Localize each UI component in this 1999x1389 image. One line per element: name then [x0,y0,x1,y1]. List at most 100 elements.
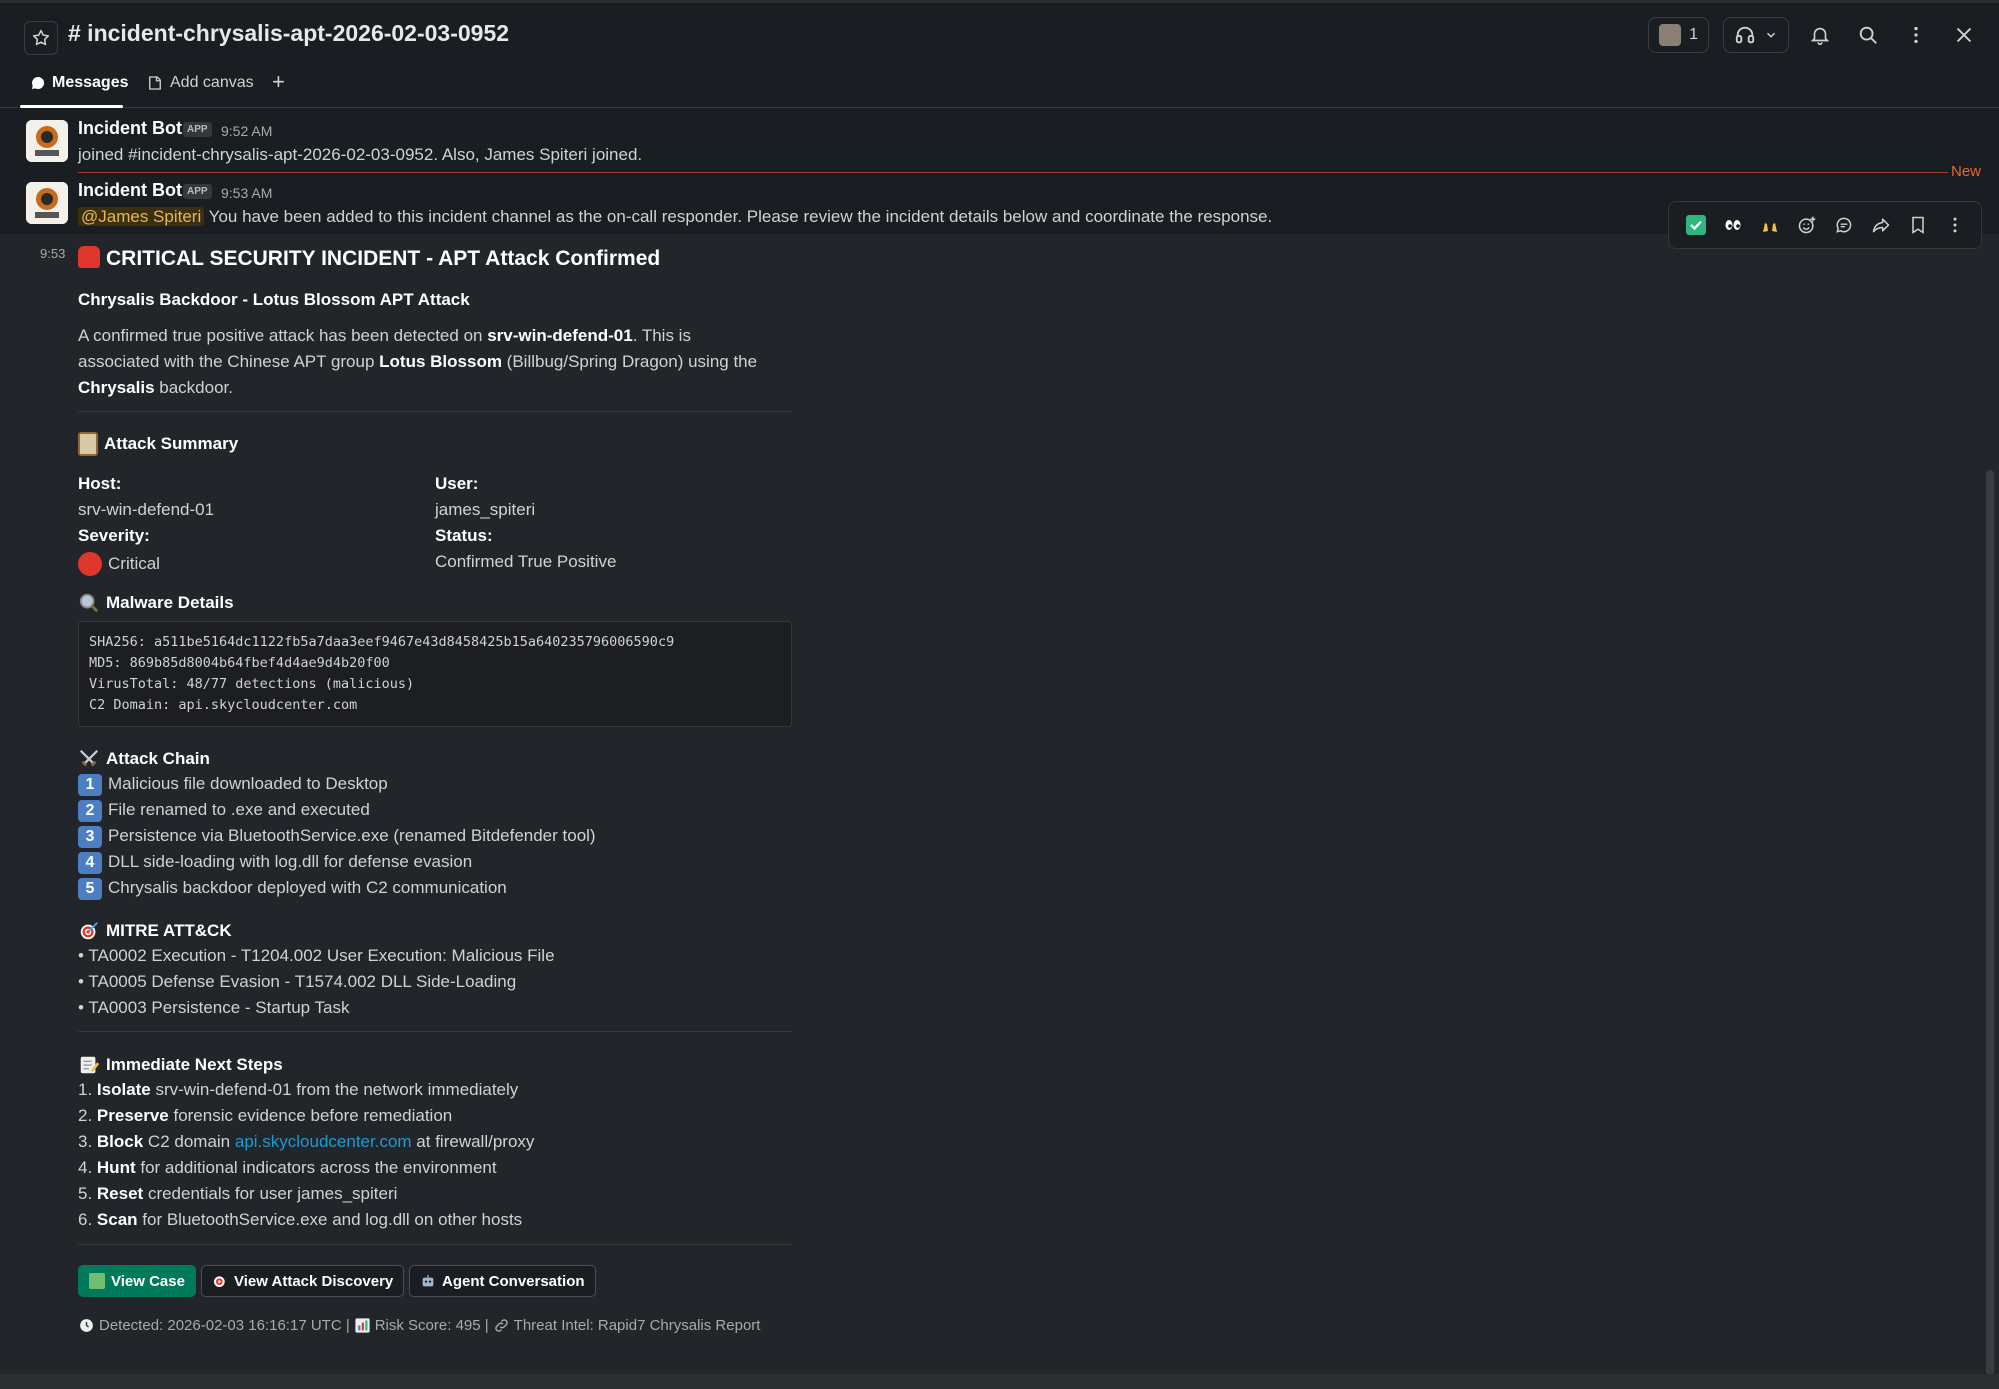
next-step: 6. Scan for BluetoothService.exe and log… [78,1210,522,1230]
notifications-icon[interactable] [1803,18,1837,52]
more-vertical-icon[interactable] [1899,18,1933,52]
next-step: 2. Preserve forensic evidence before rem… [78,1106,452,1126]
siren-icon [78,246,100,268]
view-attack-discovery-button[interactable]: View Attack Discovery [201,1265,405,1297]
attack-chain-step-text: Chrysalis backdoor deployed with C2 comm… [108,878,507,897]
clock-icon [80,1319,93,1332]
add-tab-button[interactable]: + [272,69,285,95]
step-text: forensic evidence before remediation [168,1106,453,1125]
keycap-number-icon: 3 [78,826,102,848]
chevron-down-icon[interactable] [1764,28,1778,42]
huddle-button[interactable] [1723,17,1789,53]
tab-add-canvas[interactable]: Add canvas [146,74,254,92]
eyes-reaction-icon[interactable] [1714,206,1751,244]
message-timestamp[interactable]: 9:52 AM [221,123,272,139]
severity-value: Critical [78,552,160,576]
attack-chain-step-text: Persistence via BluetoothService.exe (re… [108,826,596,845]
composer-edge [0,1374,1999,1389]
attack-chain-step: 4 DLL side-loading with log.dll for defen… [78,852,472,874]
add-reaction-icon[interactable] [1788,206,1825,244]
step-text: C2 domain [143,1132,235,1151]
message-icon [32,76,45,89]
keycap-number-icon: 2 [78,800,102,822]
malware-details-title: Malware Details [106,593,234,612]
search-icon[interactable] [1851,18,1885,52]
step-action: Hunt [96,1158,136,1177]
section-divider [78,1244,792,1245]
host-value: srv-win-defend-01 [78,500,215,519]
risk-score: Risk Score: 495 | [374,1317,489,1334]
checkmark-reaction-icon[interactable] [1677,206,1714,244]
scrollbar[interactable] [1986,470,1994,1375]
step-action: Block [96,1132,144,1151]
incident-description-line: associated with the Chinese APT group Lo… [78,352,757,372]
message-sender[interactable]: Incident Bot [78,180,182,201]
canvas-icon [149,76,161,90]
code-line-c2: C2 Domain: api.skycloudcenter.com [89,697,358,713]
desc-host: srv-win-defend-01 [487,326,633,345]
c2-domain-link[interactable]: api.skycloudcenter.com [235,1132,412,1151]
reply-thread-icon[interactable] [1825,206,1862,244]
share-icon[interactable] [1862,206,1899,244]
message-actions-toolbar [1668,201,1982,249]
attack-chain-step-text: Malicious file downloaded to Desktop [108,774,388,793]
malware-code-block: SHA256: a511be5164dc1122fb5a7daa3eef9467… [78,621,792,727]
user-value: james_spiteri [435,500,536,519]
more-actions-icon[interactable] [1936,206,1973,244]
step-number: 2. [78,1106,97,1125]
keycap-number-icon: 1 [78,774,102,796]
headphones-icon [1735,26,1755,44]
new-messages-label: New [1950,163,1981,180]
active-tab-indicator [20,105,123,108]
attack-chain-step-text: DLL side-loading with log.dll for defens… [108,852,473,871]
tab-messages[interactable]: Messages [30,74,129,92]
tab-messages-label: Messages [52,74,129,91]
members-button[interactable]: 1 [1648,17,1709,53]
avatar[interactable] [26,182,68,224]
channel-title[interactable]: # incident-chrysalis-apt-2026-02-03-0952 [68,20,509,47]
incident-bot-logo-icon [26,182,68,224]
attack-chain-step: 2 File renamed to .exe and executed [78,800,370,822]
attack-chain-step-text: File renamed to .exe and executed [108,800,370,819]
incident-footer: Detected: 2026-02-03 16:16:17 UTC | Risk… [78,1317,760,1334]
step-text: at firewall/proxy [411,1132,535,1151]
raised-hands-reaction-icon[interactable] [1751,206,1788,244]
keycap-number-icon: 5 [78,878,102,900]
threat-intel[interactable]: Threat Intel: Rapid7 Chrysalis Report [514,1317,761,1334]
magnifier-icon [79,593,99,613]
target-icon [80,922,98,940]
user-mention[interactable]: @James Spiteri [78,207,205,226]
bookmark-icon[interactable] [1899,206,1936,244]
severity-text: Critical [108,554,160,573]
message-sender[interactable]: Incident Bot [78,118,182,139]
book-icon [89,1273,105,1289]
attack-chain-step: 3 Persistence via BluetoothService.exe (r… [78,826,596,848]
crossed-swords-icon [79,749,99,767]
section-divider [78,411,792,412]
desc-apt-group: Lotus Blossom [379,352,502,371]
step-text: for BluetoothService.exe and log.dll on … [137,1210,523,1229]
message-timestamp[interactable]: 9:53 AM [221,185,272,201]
desc-text: (Billbug/Spring Dragon) using the [501,352,758,371]
attack-chain-title: Attack Chain [106,749,210,768]
clipboard-icon [78,432,98,456]
close-icon[interactable] [1947,18,1981,52]
channel-tabs: Messages Add canvas + [0,64,1999,108]
attack-chain-step: 1 Malicious file downloaded to Desktop [78,774,388,796]
next-step: 4. Hunt for additional indicators across… [78,1158,497,1178]
followup-timestamp[interactable]: 9:53 [40,246,65,261]
desc-text: backdoor. [154,378,233,397]
view-case-button[interactable]: View Case [78,1265,196,1297]
step-action: Reset [96,1184,144,1203]
avatar[interactable] [26,120,68,162]
message-text: @James Spiteri You have been added to th… [78,207,1272,227]
bar-chart-icon [355,1318,370,1333]
agent-conversation-button[interactable]: Agent Conversation [409,1265,596,1297]
star-icon[interactable] [24,21,58,55]
detected-time: Detected: 2026-02-03 16:16:17 UTC | [99,1317,350,1334]
incident-title: CRITICAL SECURITY INCIDENT - APT Attack … [78,246,660,271]
desc-text: . This is [632,326,691,345]
desc-text: A confirmed true positive attack has bee… [78,326,488,345]
step-number: 1. [78,1080,97,1099]
step-action: Scan [96,1210,138,1229]
